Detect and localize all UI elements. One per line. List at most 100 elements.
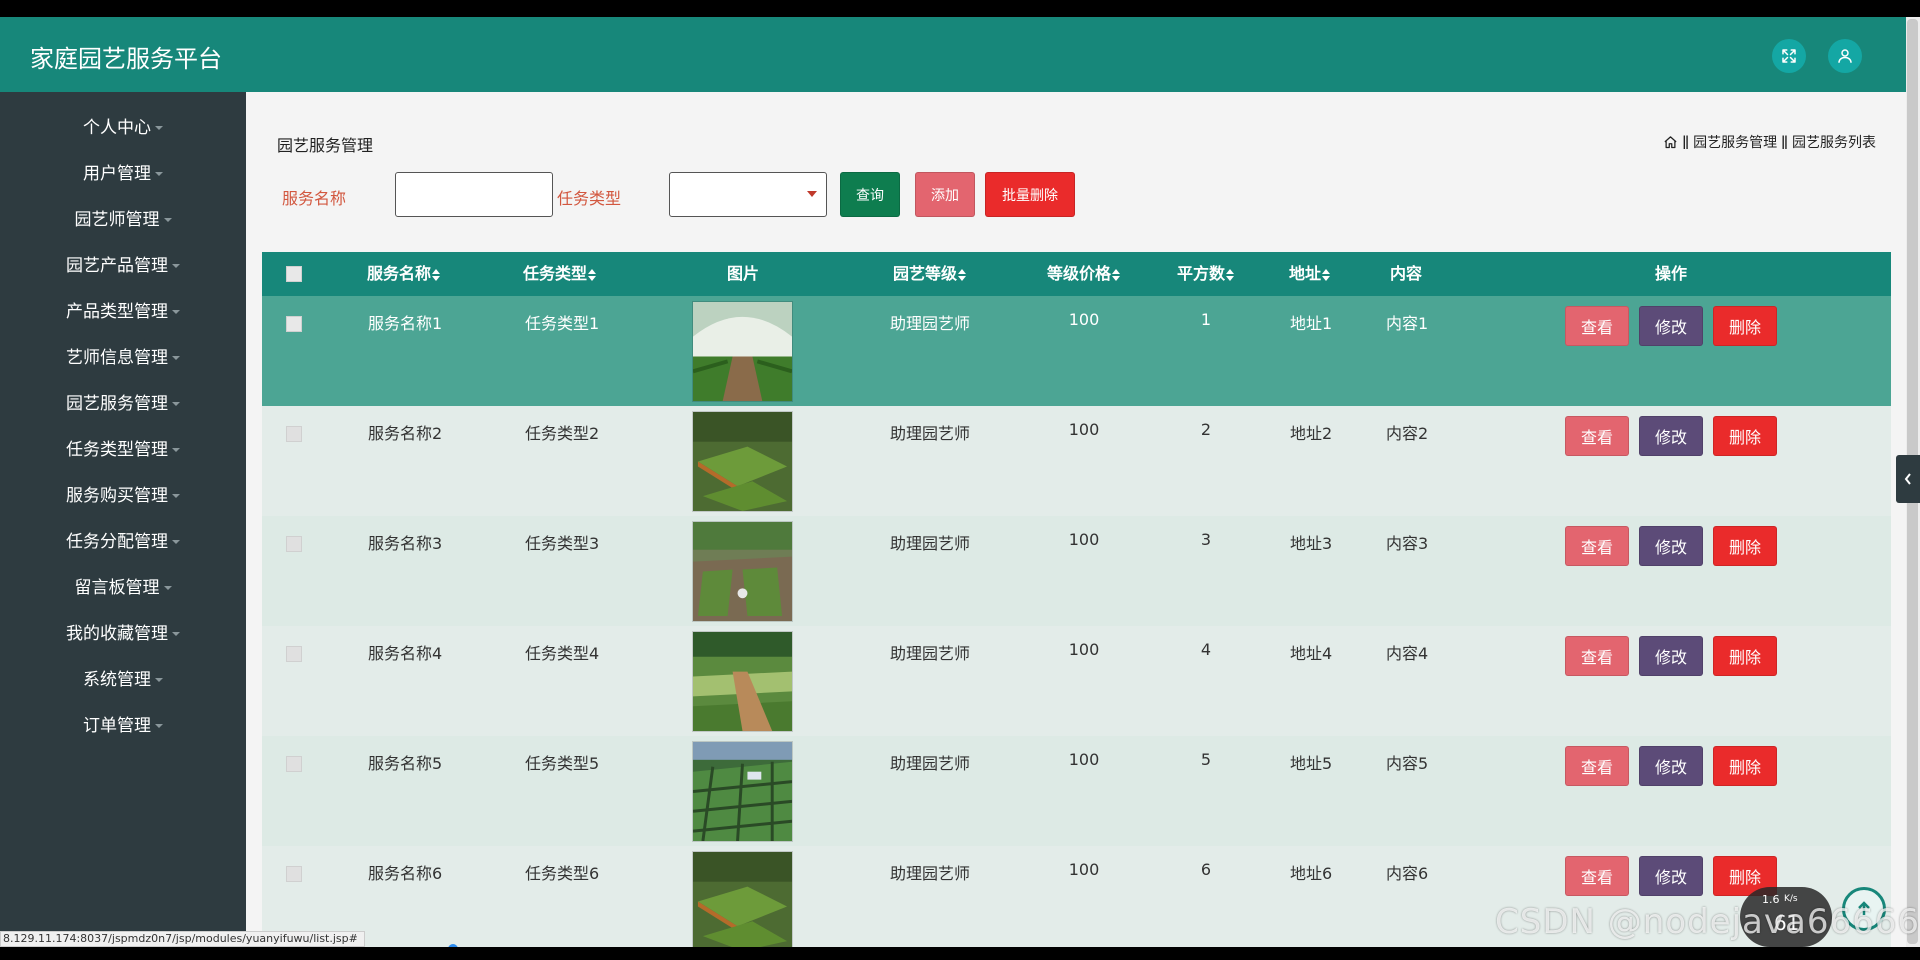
query-button[interactable]: 查询: [840, 172, 900, 217]
service-table: 服务名称 任务类型 图片 园艺等级 等级价格 平方数 地址 内容 操作 服务名称…: [262, 252, 1891, 947]
service-name-cell: 服务名称3: [368, 534, 443, 553]
progress-handle[interactable]: [448, 944, 458, 947]
sidebar-item-favorites[interactable]: 我的收藏管理: [0, 619, 246, 649]
delete-button[interactable]: 删除: [1713, 416, 1777, 456]
delete-button[interactable]: 删除: [1713, 526, 1777, 566]
caret-down-icon: [155, 126, 163, 130]
address-cell: 地址2: [1290, 424, 1333, 443]
sort-icon: [1112, 268, 1121, 281]
breadcrumb-separator: ǁ: [1781, 134, 1788, 150]
edit-button[interactable]: 修改: [1639, 636, 1703, 676]
task-type-cell: 任务类型1: [525, 314, 600, 333]
row-checkbox[interactable]: [286, 536, 302, 552]
edit-button[interactable]: 修改: [1639, 526, 1703, 566]
sidebar-item-users[interactable]: 用户管理: [0, 159, 246, 189]
header-area[interactable]: 平方数: [1177, 252, 1235, 296]
address-cell: 地址6: [1290, 864, 1333, 883]
service-name-cell: 服务名称6: [368, 864, 443, 883]
view-button[interactable]: 查看: [1565, 306, 1629, 346]
area-cell: 6: [1200, 860, 1212, 879]
add-button[interactable]: 添加: [915, 172, 975, 217]
row-checkbox[interactable]: [286, 646, 302, 662]
view-button[interactable]: 查看: [1565, 416, 1629, 456]
content-cell: 内容2: [1386, 424, 1429, 443]
table-row[interactable]: 服务名称1 任务类型1 助理园艺师 100 1 地址1 内容1 查看 修改 删除: [262, 296, 1891, 406]
header-level[interactable]: 园艺等级: [893, 252, 967, 296]
sidebar-item-orders[interactable]: 订单管理: [0, 711, 246, 741]
sidebar-item-system[interactable]: 系统管理: [0, 665, 246, 695]
table-row[interactable]: 服务名称2 任务类型2 助理园艺师 100 2 地址2 内容2 查看 修改 删除: [262, 406, 1891, 516]
delete-button[interactable]: 删除: [1713, 746, 1777, 786]
edit-button[interactable]: 修改: [1639, 746, 1703, 786]
view-button[interactable]: 查看: [1565, 746, 1629, 786]
sort-icon: [958, 268, 967, 281]
table-row[interactable]: 服务名称4 任务类型4 助理园艺师 100 4 地址4 内容4 查看 修改 删除: [262, 626, 1891, 736]
caret-down-icon: [172, 264, 180, 268]
price-cell: 100: [1068, 420, 1100, 439]
header-address[interactable]: 地址: [1289, 252, 1331, 296]
task-type-cell: 任务类型3: [525, 534, 600, 553]
content-cell: 内容3: [1386, 534, 1429, 553]
breadcrumb: ǁ 园艺服务管理 ǁ 园艺服务列表: [1663, 132, 1876, 152]
sidebar: 个人中心 用户管理 园艺师管理 园艺产品管理 产品类型管理 艺师信息管理 园艺服…: [0, 92, 246, 947]
sort-icon: [588, 268, 597, 281]
caret-down-icon: [172, 540, 180, 544]
task-type-cell: 任务类型2: [525, 424, 600, 443]
sidebar-item-garden-services[interactable]: 园艺服务管理: [0, 389, 246, 419]
sidebar-item-gardeners[interactable]: 园艺师管理: [0, 205, 246, 235]
table-row[interactable]: 服务名称3 任务类型3 助理园艺师 100 3 地址3 内容3 查看 修改 删除: [262, 516, 1891, 626]
task-type-cell: 任务类型4: [525, 644, 600, 663]
watermark: CSDN @nodejava666666: [1495, 902, 1920, 942]
header-name[interactable]: 服务名称: [367, 252, 441, 296]
service-name-input[interactable]: [395, 172, 553, 217]
sidebar-item-task-types[interactable]: 任务类型管理: [0, 435, 246, 465]
batch-delete-button[interactable]: 批量删除: [985, 172, 1075, 217]
view-button[interactable]: 查看: [1565, 856, 1629, 896]
sidebar-item-gardener-info[interactable]: 艺师信息管理: [0, 343, 246, 373]
view-button[interactable]: 查看: [1565, 526, 1629, 566]
header-price[interactable]: 等级价格: [1047, 252, 1121, 296]
price-cell: 100: [1068, 750, 1100, 769]
row-checkbox[interactable]: [286, 756, 302, 772]
top-header: 家庭园艺服务平台: [0, 17, 1906, 92]
delete-button[interactable]: 删除: [1713, 636, 1777, 676]
level-cell: 助理园艺师: [889, 754, 971, 773]
row-checkbox[interactable]: [286, 866, 302, 882]
edit-button[interactable]: 修改: [1639, 856, 1703, 896]
sidebar-item-label: 我的收藏管理: [66, 624, 168, 644]
edit-button[interactable]: 修改: [1639, 416, 1703, 456]
expand-icon: [1782, 49, 1796, 63]
sidebar-item-service-purchases[interactable]: 服务购买管理: [0, 481, 246, 511]
sidebar-item-task-assignment[interactable]: 任务分配管理: [0, 527, 246, 557]
sidebar-item-message-board[interactable]: 留言板管理: [0, 573, 246, 603]
sidebar-item-label: 园艺服务管理: [66, 394, 168, 414]
content-cell: 内容1: [1386, 314, 1429, 333]
delete-button[interactable]: 删除: [1713, 306, 1777, 346]
select-all-checkbox[interactable]: [286, 266, 302, 282]
task-type-select[interactable]: [669, 172, 827, 217]
service-name-label: 服务名称: [282, 189, 347, 208]
row-checkbox[interactable]: [286, 316, 302, 332]
browser-viewport: 家庭园艺服务平台 个人中心 用户管理 园艺师管理 园艺产品管理 产品类型管理 艺…: [0, 17, 1920, 947]
panel-toggle-button[interactable]: [1896, 455, 1920, 503]
fullscreen-button[interactable]: [1772, 39, 1806, 73]
table-row[interactable]: 服务名称5 任务类型5 助理园艺师 100 5 地址5 内容5 查看 修改 删除: [262, 736, 1891, 846]
row-checkbox[interactable]: [286, 426, 302, 442]
price-cell: 100: [1068, 530, 1100, 549]
price-cell: 100: [1068, 310, 1100, 329]
sidebar-item-label: 园艺产品管理: [66, 256, 168, 276]
breadcrumb-item[interactable]: 园艺服务管理: [1693, 132, 1777, 152]
caret-down-icon: [172, 310, 180, 314]
sidebar-item-product-types[interactable]: 产品类型管理: [0, 297, 246, 327]
edit-button[interactable]: 修改: [1639, 306, 1703, 346]
header-type[interactable]: 任务类型: [523, 252, 597, 296]
area-cell: 1: [1200, 310, 1212, 329]
sidebar-item-personal-center[interactable]: 个人中心: [0, 113, 246, 143]
address-cell: 地址1: [1290, 314, 1333, 333]
sidebar-item-products[interactable]: 园艺产品管理: [0, 251, 246, 281]
view-button[interactable]: 查看: [1565, 636, 1629, 676]
caret-down-icon: [155, 678, 163, 682]
user-button[interactable]: [1828, 39, 1862, 73]
home-icon[interactable]: [1663, 135, 1678, 150]
price-cell: 100: [1068, 640, 1100, 659]
